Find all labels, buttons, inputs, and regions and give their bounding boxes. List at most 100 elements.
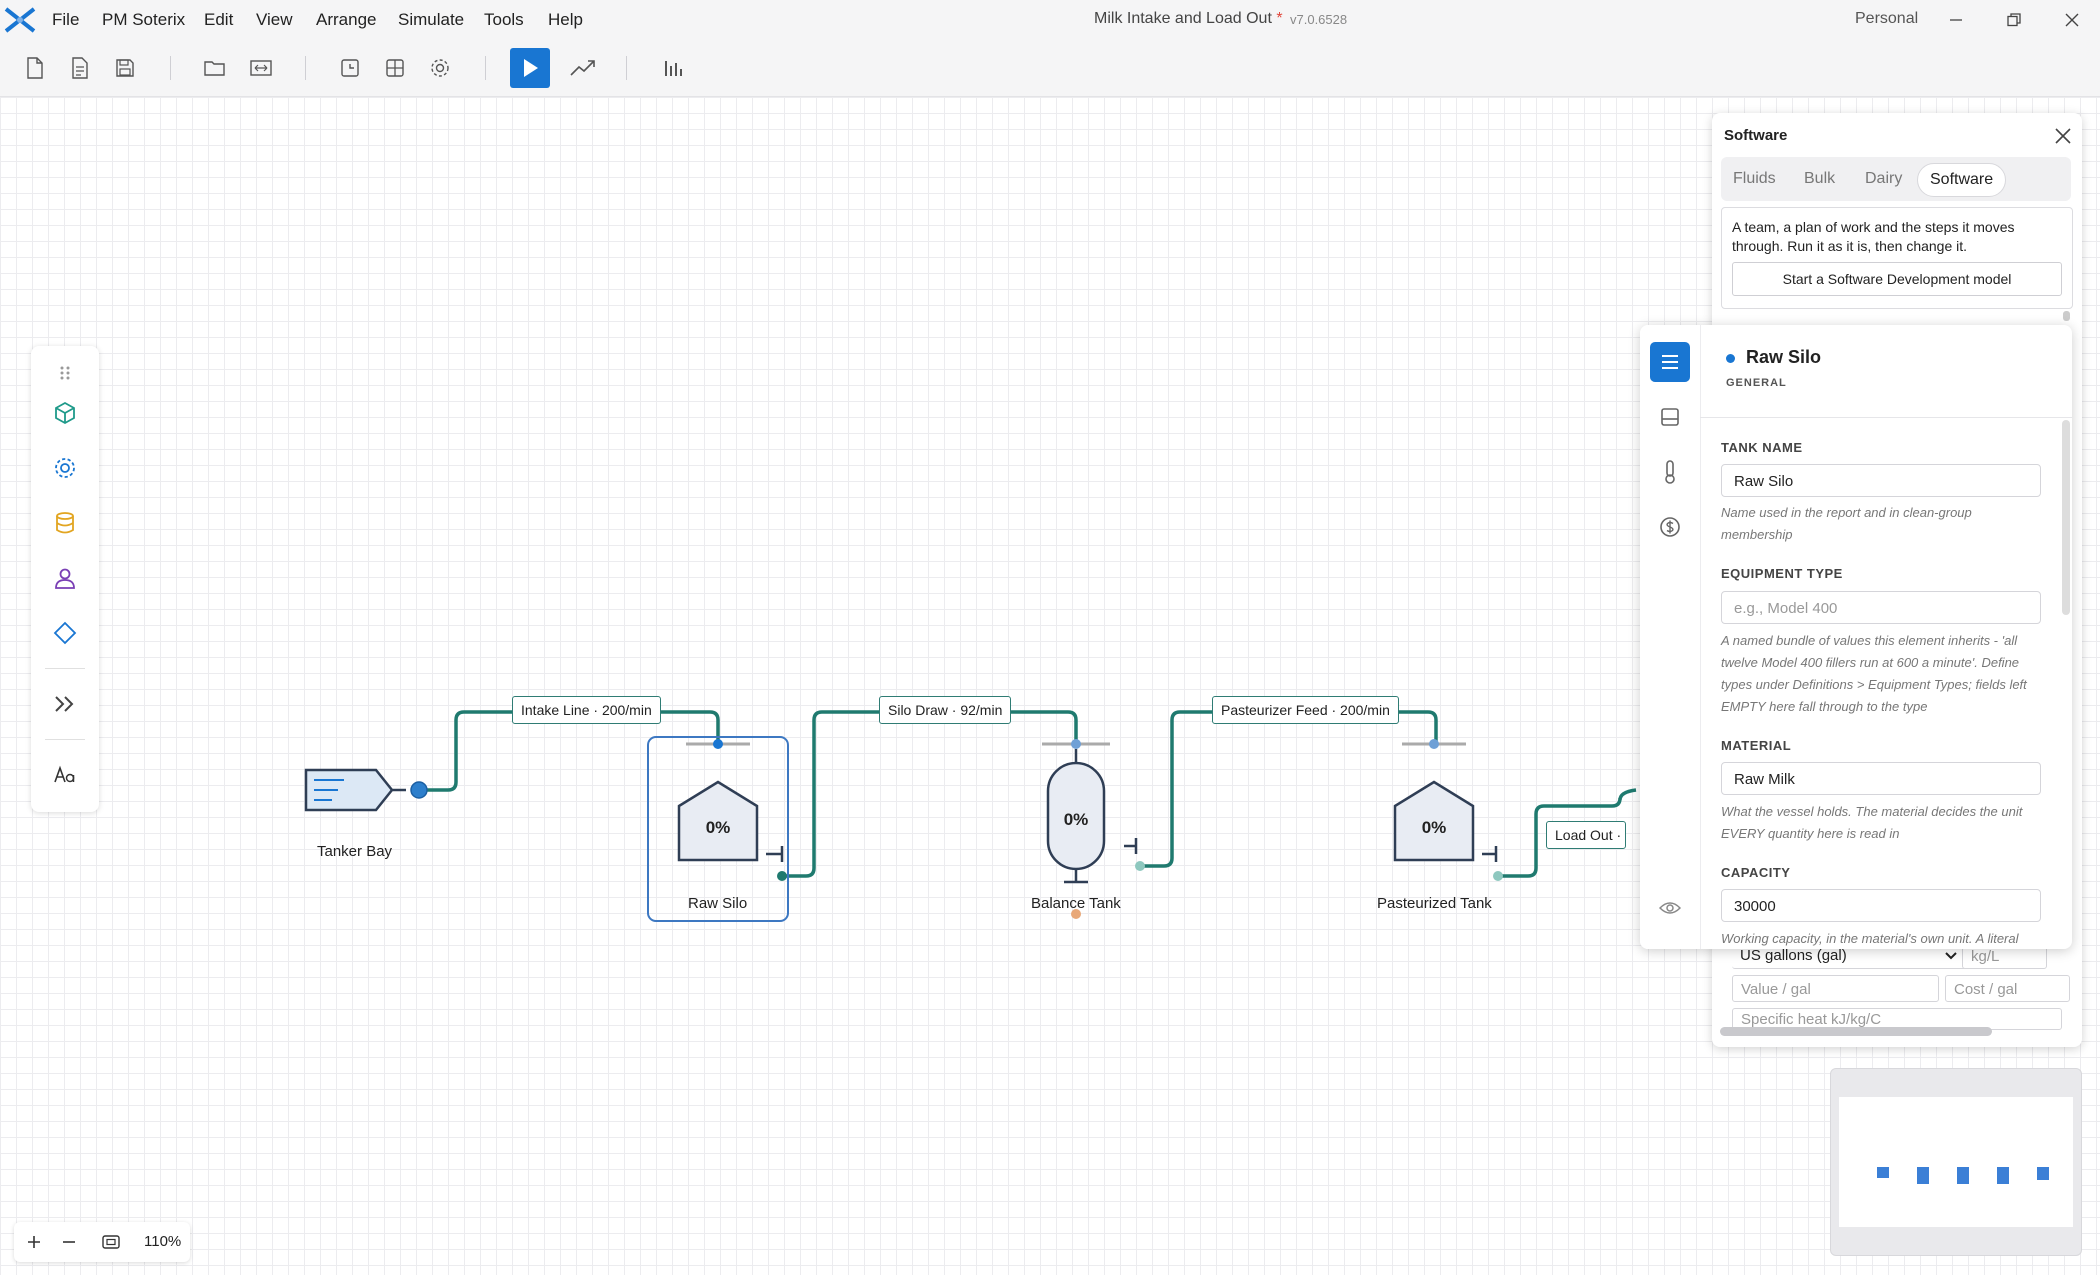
- balance-tank-label: Balance Tank: [1031, 895, 1121, 912]
- zoom-controls: 110%: [14, 1222, 190, 1262]
- general-tab-button[interactable]: [1650, 342, 1690, 382]
- person-icon: [55, 568, 75, 589]
- tank-name-label: TANK NAME: [1721, 440, 1803, 455]
- properties-rail: [1640, 325, 1701, 949]
- horizontal-scrollbar[interactable]: [1720, 1027, 1992, 1036]
- restore-button[interactable]: [1986, 0, 2042, 40]
- template-description: A team, a plan of work and the steps it …: [1732, 219, 2015, 254]
- chevron-down-icon: [1945, 952, 1957, 960]
- vertical-scrollbar[interactable]: [2063, 311, 2070, 321]
- capacity-label: CAPACITY: [1721, 865, 1791, 880]
- dollar-icon: [1660, 517, 1680, 537]
- minimap-node: [1957, 1167, 1969, 1184]
- palette-drag-handle[interactable]: [50, 358, 80, 388]
- plus-icon: [28, 1236, 40, 1248]
- pasteurized-tank-node: [1393, 739, 1503, 881]
- palette-divider: [45, 668, 85, 669]
- silo-draw-pipe: [782, 710, 1078, 878]
- tab-software[interactable]: Software: [1917, 163, 2007, 197]
- tanker-bay-label: Tanker Bay: [317, 843, 393, 860]
- material-label: MATERIAL: [1721, 738, 1792, 753]
- chevron-double-right-icon: [55, 696, 74, 712]
- raw-silo-label: Raw Silo: [688, 895, 748, 912]
- diamond-icon: [53, 621, 77, 645]
- minimap[interactable]: [1830, 1068, 2082, 1256]
- minus-icon: [63, 1241, 75, 1243]
- silo-draw-label[interactable]: Silo Draw · 92/min: [879, 696, 1012, 724]
- minimize-button[interactable]: [1928, 0, 1984, 40]
- tab-bulk[interactable]: Bulk: [1804, 163, 1835, 195]
- close-templates-panel-button[interactable]: [2054, 127, 2072, 145]
- palette-divider: [45, 739, 85, 740]
- template-card: A team, a plan of work and the steps it …: [1721, 207, 2073, 309]
- balance-tank-fill-level: 0%: [1063, 810, 1089, 829]
- gear-icon: [55, 458, 75, 478]
- workspace-label[interactable]: Personal: [1855, 10, 1918, 28]
- minimize-icon: [1950, 19, 1962, 21]
- unit-select-value: US gallons (gal): [1740, 947, 1847, 964]
- fit-to-screen-button[interactable]: [96, 1227, 126, 1257]
- list-icon: [1662, 355, 1678, 369]
- minimap-node: [1917, 1167, 1929, 1184]
- text-label-icon: [54, 765, 75, 783]
- minimap-viewport: [1839, 1097, 2073, 1227]
- tanker-bay-node: [304, 768, 428, 812]
- visibility-toggle-button[interactable]: [1650, 888, 1690, 928]
- minimap-node: [1997, 1167, 2009, 1184]
- tab-fluids[interactable]: Fluids: [1733, 163, 1776, 195]
- element-palette: [31, 346, 99, 812]
- zoom-out-button[interactable]: [54, 1227, 84, 1257]
- palette-item-storage[interactable]: [50, 508, 80, 538]
- cube-icon: [55, 401, 75, 425]
- capacity-field[interactable]: 30000: [1721, 889, 2041, 922]
- cost-per-gal-field[interactable]: Cost / gal: [1945, 975, 2070, 1002]
- properties-panel: Raw Silo GENERAL TANK NAME Raw Silo Name…: [1640, 325, 2072, 949]
- pasteurizer-feed-label[interactable]: Pasteurizer Feed · 200/min: [1212, 696, 1399, 724]
- tank-name-help: Name used in the report and in clean-gro…: [1721, 505, 1972, 542]
- status-dot: [1726, 354, 1735, 363]
- palette-item-process[interactable]: [50, 453, 80, 483]
- close-window-button[interactable]: [2044, 0, 2100, 40]
- diagram-svg: [304, 710, 1637, 922]
- properties-content: Raw Silo GENERAL TANK NAME Raw Silo Name…: [1700, 325, 2072, 949]
- thermometer-icon: [1665, 460, 1675, 484]
- section-label: GENERAL: [1726, 377, 1787, 389]
- raw-silo-fill-level: 0%: [705, 818, 731, 837]
- pasteurized-tank-label: Pasteurized Tank: [1377, 895, 1492, 912]
- temperature-tab-button[interactable]: [1650, 452, 1690, 492]
- palette-item-operator[interactable]: [50, 563, 80, 593]
- equipment-type-field[interactable]: e.g., Model 400: [1721, 591, 2041, 624]
- expand-palette-button[interactable]: [50, 689, 80, 719]
- fit-screen-icon: [102, 1235, 120, 1249]
- intake-line-label[interactable]: Intake Line · 200/min: [512, 696, 661, 724]
- palette-item-cube[interactable]: [50, 398, 80, 428]
- palette-item-text[interactable]: [50, 760, 80, 790]
- restore-icon: [2007, 13, 2021, 27]
- levels-tab-button[interactable]: [1650, 397, 1690, 437]
- template-tabs: Fluids Bulk Dairy Software: [1721, 157, 2071, 201]
- zoom-level[interactable]: 110%: [144, 1233, 181, 1250]
- tab-dairy[interactable]: Dairy: [1865, 163, 1902, 195]
- material-field[interactable]: Raw Milk: [1721, 762, 2041, 795]
- minimap-node: [2037, 1167, 2049, 1180]
- close-icon: [2055, 128, 2071, 144]
- tank-name-field[interactable]: Raw Silo: [1721, 464, 2041, 497]
- eye-icon: [1659, 902, 1681, 914]
- start-template-button[interactable]: Start a Software Development model: [1732, 262, 2062, 296]
- properties-scrollbar[interactable]: [2062, 420, 2070, 615]
- pasteurized-tank-fill-level: 0%: [1421, 818, 1447, 837]
- cost-tab-button[interactable]: [1650, 507, 1690, 547]
- templates-panel-title: Software: [1724, 127, 1788, 144]
- value-per-gal-field[interactable]: Value / gal: [1732, 975, 1939, 1002]
- pasteurizer-feed-pipe: [1140, 710, 1438, 868]
- equipment-type-help: A named bundle of values this element in…: [1721, 633, 2027, 714]
- element-name-heading: Raw Silo: [1746, 347, 1822, 367]
- load-out-label[interactable]: Load Out · 20: [1546, 821, 1626, 849]
- close-icon: [2065, 13, 2079, 27]
- database-icon: [56, 512, 74, 534]
- palette-item-decision[interactable]: [50, 618, 80, 648]
- material-help: What the vessel holds. The material deci…: [1721, 804, 2023, 841]
- equipment-type-label: EQUIPMENT TYPE: [1721, 566, 1843, 581]
- zoom-in-button[interactable]: [19, 1227, 49, 1257]
- properties-header: Raw Silo GENERAL: [1700, 325, 2072, 418]
